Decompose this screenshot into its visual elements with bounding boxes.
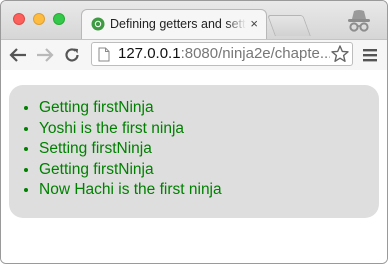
list-item: Setting firstNinja xyxy=(39,139,222,160)
incognito-icon xyxy=(348,10,370,32)
list-item: Getting firstNinja xyxy=(39,98,222,119)
reload-button[interactable] xyxy=(62,45,82,65)
tab-title: Defining getters and setters xyxy=(110,17,246,31)
reload-icon xyxy=(65,48,79,62)
browser-window: Defining getters and setters × xyxy=(0,0,388,264)
tab-active[interactable]: Defining getters and setters × xyxy=(81,9,267,40)
star-icon[interactable] xyxy=(330,44,350,64)
address-bar[interactable]: 127.0.0.1:8080/ninja2e/chapte... xyxy=(91,42,353,66)
forward-button[interactable] xyxy=(35,45,55,65)
list-item: Getting firstNinja xyxy=(39,160,222,181)
log-list: Getting firstNinja Yoshi is the first ni… xyxy=(39,98,222,201)
url-text: 127.0.0.1:8080/ninja2e/chapte... xyxy=(118,45,330,63)
navigation-toolbar: 127.0.0.1:8080/ninja2e/chapte... xyxy=(1,39,387,71)
page-icon xyxy=(98,47,110,62)
forward-arrow-icon xyxy=(37,48,54,62)
tab-close-icon[interactable]: × xyxy=(250,16,258,32)
title-bar: Defining getters and setters × xyxy=(1,1,387,40)
maximize-window-button[interactable] xyxy=(53,13,65,25)
back-button[interactable] xyxy=(8,45,28,65)
list-item: Yoshi is the first ninja xyxy=(39,119,222,140)
back-arrow-icon xyxy=(9,48,26,62)
log-panel: Getting firstNinja Yoshi is the first ni… xyxy=(9,85,379,218)
close-window-button[interactable] xyxy=(13,13,25,25)
new-tab-button[interactable] xyxy=(267,15,311,36)
list-item: Now Hachi is the first ninja xyxy=(39,180,222,201)
chrome-favicon-icon xyxy=(91,17,105,31)
url-path: :8080/ninja2e/chapte... xyxy=(180,45,330,62)
page-content: Getting firstNinja Yoshi is the first ni… xyxy=(1,70,387,263)
hamburger-menu-icon[interactable] xyxy=(362,47,378,63)
minimize-window-button[interactable] xyxy=(33,13,45,25)
url-host: 127.0.0.1 xyxy=(118,45,181,62)
